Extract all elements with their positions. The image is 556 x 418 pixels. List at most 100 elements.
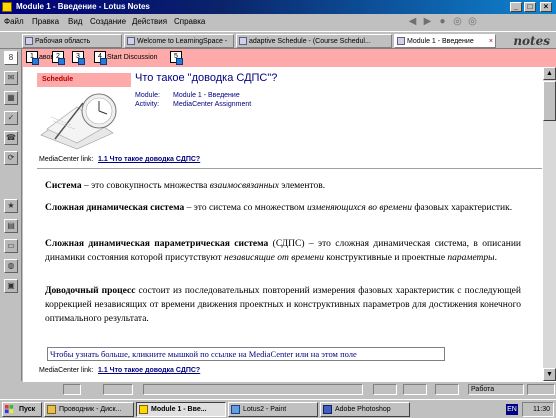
photoshop-icon [323,405,332,414]
mediacenter-hint-field[interactable]: Чтобы узнать больше, кликните мышкой по … [47,347,445,361]
page-icon [127,37,135,45]
status-field-4[interactable] [403,384,427,395]
page-title: Что такое "доводка СДПС"? [135,72,278,84]
action-button-3[interactable]: 3 [72,51,85,66]
menu-view[interactable]: Вид [68,17,82,26]
module-value: Module 1 - Введение [173,92,240,99]
tab-label: Module 1 - Введение [407,38,474,45]
taskbar-photoshop[interactable]: Adobe Photoshop [320,402,410,417]
tab-workspace[interactable]: Рабочая область [22,34,122,48]
paragraph-sdps: Сложная динамическая параметрическая сис… [45,239,522,263]
inbox-indicator-icon[interactable] [527,384,555,395]
status-field-1[interactable] [63,384,81,395]
replicator-icon[interactable]: ⟳ [4,151,18,165]
workspace-icon [25,37,33,45]
minimize-button[interactable]: _ [510,2,522,12]
taskbar-lotus-notes[interactable]: Module 1 - Вве... [136,402,226,417]
tab-schedule[interactable]: adaptive Schedule - (Course Schedul... [236,34,392,48]
search-icon[interactable]: ◎ [465,16,480,27]
tab-label: Рабочая область [35,38,91,45]
action-button-1[interactable]: 1 авов [26,51,54,66]
explorer-icon [47,405,56,414]
mediacenter-label: MediaCenter link: [39,156,94,163]
document-view: Schedule Что такое "доводка СДПС"? Modul… [23,67,543,381]
tab-label: Welcome to LearningSpace - [137,38,228,45]
menu-actions[interactable]: Действия [132,17,167,26]
tab-module-1[interactable]: Module 1 - Введение × [394,34,496,48]
left-bookmark-bar: 8 ✉ ▦ ✓ ☎ ⟳ ★ ▤ ▭ ◍ ▣ [0,49,22,381]
action-label: Start Discussion [107,54,158,61]
notes-brand-logo: notes [513,34,550,48]
favorites-icon[interactable]: ★ [4,199,18,213]
close-tab-icon[interactable]: × [489,35,493,47]
bookmark-number-icon[interactable]: 8 [4,51,18,65]
system-tray: 11:30 [522,402,554,417]
scroll-down-icon[interactable]: ▼ [543,368,556,381]
start-button[interactable]: Пуск [2,402,42,417]
databases-icon[interactable]: ▤ [4,219,18,233]
location-selector[interactable]: Работа [468,384,524,395]
divider [37,168,542,169]
address-book-icon[interactable]: ☎ [4,131,18,145]
tab-bar: Рабочая область Welcome to LearningSpace… [0,31,556,49]
action-3-icon: 3 [72,51,85,66]
action-button-5[interactable]: 5 [170,51,183,66]
action-4-icon: 4 [94,51,107,66]
lotus-notes-icon [139,405,148,414]
action-2-icon: 2 [52,51,65,66]
calendar-icon[interactable]: ▦ [4,91,18,105]
action-1-icon: 1 [26,51,39,66]
module-label: Module: [135,92,160,99]
page-icon [397,37,405,45]
window-title: Module 1 - Введение - Lotus Notes [16,2,150,11]
title-bar: Module 1 - Введение - Lotus Notes _ □ × [0,0,556,14]
mail-icon[interactable]: ✉ [4,71,18,85]
lotus-notes-icon[interactable] [2,2,12,12]
maximize-button[interactable]: □ [524,2,536,12]
menu-help[interactable]: Справка [174,17,205,26]
status-field-5[interactable] [435,384,459,395]
taskbar-paint[interactable]: Lotus2 - Paint [228,402,318,417]
windows-logo-icon [5,405,14,414]
language-indicator[interactable]: EN [506,404,518,415]
status-bar: Работа [23,381,556,396]
folder-icon[interactable]: ▭ [4,239,18,253]
status-message [143,384,363,395]
mediacenter-label-bottom: MediaCenter link: [39,367,94,374]
activity-value: MediaCenter Assignment [173,101,252,108]
page-icon [239,37,247,45]
more-bookmarks-icon[interactable]: ▣ [4,279,18,293]
clock[interactable]: 11:30 [533,403,550,416]
stop-icon[interactable]: ● [435,16,450,27]
paragraph-refinement-process: Доводочный процесс состоит из последоват… [45,286,521,324]
clock-and-papers-illustration [37,89,131,151]
menu-file[interactable]: Файл [4,17,24,26]
schedule-label: Schedule [37,73,131,87]
mediacenter-link-bottom[interactable]: 1.1 Что такое доводка СДПС? [98,367,200,374]
start-discussion-button[interactable]: 4 Start Discussion [94,51,158,66]
action-button-2[interactable]: 2 [52,51,65,66]
paragraph-complex-dynamic-system: Сложная динамическая система – это систе… [45,203,513,213]
mediacenter-link[interactable]: 1.1 Что такое доводка СДПС? [98,156,200,163]
paint-icon [231,405,240,414]
action-5-icon: 5 [170,51,183,66]
scroll-thumb[interactable] [543,81,556,121]
vertical-scrollbar[interactable]: ▲ ▼ [543,67,556,381]
scroll-up-icon[interactable]: ▲ [543,67,556,80]
tab-welcome[interactable]: Welcome to LearningSpace - [124,34,234,48]
back-arrow-icon[interactable]: ◀ [405,16,420,27]
forward-arrow-icon[interactable]: ▶ [420,16,435,27]
taskbar-explorer[interactable]: Проводник - Диск... [44,402,134,417]
close-button[interactable]: × [540,2,552,12]
paragraph-system: Система – это совокупность множества вза… [45,181,326,191]
refresh-icon[interactable]: ◎ [450,16,465,27]
menu-edit[interactable]: Правка [32,17,59,26]
menu-create[interactable]: Создание [90,17,126,26]
tab-label: adaptive Schedule - (Course Schedul... [249,38,371,45]
status-field-3[interactable] [373,384,397,395]
todo-icon[interactable]: ✓ [4,111,18,125]
internet-icon[interactable]: ◍ [4,259,18,273]
activity-label: Activity: [135,101,160,108]
status-field-2[interactable] [103,384,133,395]
navigation-buttons: ◀ ▶ ● ◎ ◎ [405,16,480,27]
